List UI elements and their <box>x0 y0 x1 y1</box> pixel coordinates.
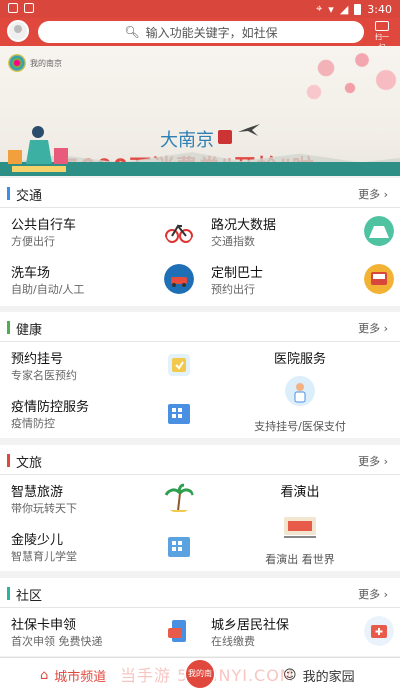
service-item-carwash[interactable]: 洗车场 自助/自动/人工 <box>0 256 200 304</box>
section-accent <box>7 587 10 600</box>
wifi-icon: ▾ <box>328 2 334 16</box>
section-accent <box>7 187 10 200</box>
section-culture: 文旅 更多 › 智慧旅游 带你玩转天下 金陵少儿 智慧育儿学堂 看演出 看演出 … <box>0 445 400 571</box>
service-item-bike[interactable]: 公共自行车 方便出行 <box>0 208 200 256</box>
card-icon <box>168 620 186 642</box>
section-accent <box>7 454 10 467</box>
shopper-illustration <box>8 126 68 172</box>
bus-icon <box>364 264 394 294</box>
banner-logo: 我的南京 <box>8 54 62 72</box>
blossom-decoration <box>290 46 400 116</box>
more-link[interactable]: 更多 › <box>358 586 388 602</box>
more-link[interactable]: 更多 › <box>358 320 388 336</box>
section-community: 社区 更多 › 社保卡申领 首次申领 免费快递 城乡居民社保 在线缴费 <box>0 578 400 656</box>
swallow-icon <box>238 124 260 136</box>
show-icon <box>284 517 316 538</box>
traffic-data-icon <box>364 216 394 246</box>
car-wash-icon <box>164 264 194 294</box>
status-time: 3:40 <box>367 2 392 16</box>
seal-icon <box>218 130 232 144</box>
home-icon: ⌂ <box>40 668 49 683</box>
nav-city-channel[interactable]: ⌂ 城市频道 <box>40 666 106 685</box>
section-title: 社区 <box>16 589 43 604</box>
service-item-social-card[interactable]: 社保卡申领 首次申领 免费快递 <box>0 608 200 656</box>
section-header: 健康 更多 › <box>0 312 400 342</box>
banner-brand: 大南京 <box>160 130 214 151</box>
service-item-kids[interactable]: 金陵少儿 智慧育儿学堂 <box>0 523 200 571</box>
service-item-traffic-data[interactable]: 路况大数据 交通指数 <box>200 208 400 256</box>
section-header: 社区 更多 › <box>0 578 400 608</box>
more-link[interactable]: 更多 › <box>358 186 388 202</box>
avatar[interactable] <box>7 20 29 42</box>
watermark: 当手游 52DINYI.COM <box>120 666 295 685</box>
scan-icon <box>375 21 389 31</box>
signal-icon: ◢ <box>339 2 349 16</box>
palm-tree-icon <box>164 483 194 512</box>
service-item-tourism[interactable]: 智慧旅游 带你玩转天下 <box>0 475 200 523</box>
notification-icon <box>8 3 18 13</box>
more-link[interactable]: 更多 › <box>358 453 388 469</box>
section-title: 交通 <box>16 189 43 204</box>
section-traffic: 交通 更多 › 公共自行车 方便出行 路况大数据 交通指数 洗车场 自助/自动/… <box>0 178 400 306</box>
section-health: 健康 更多 › 预约挂号 专家名医预约 疫情防控服务 疫情防控 医院服务 支持挂… <box>0 312 400 438</box>
battery-icon <box>354 3 362 15</box>
kids-building-icon <box>168 537 190 557</box>
location-icon: ⌖ <box>316 2 323 15</box>
status-bar: ⌖ ▾ ◢ 3:40 <box>0 0 400 18</box>
search-placeholder: 输入功能关键字，如社保 <box>145 25 278 40</box>
bicycle-icon <box>165 224 193 243</box>
nav-my-nanjing[interactable]: 我的南京 <box>184 658 216 690</box>
scan-button[interactable]: 扫一扫 <box>372 21 392 51</box>
section-title: 文旅 <box>16 456 43 471</box>
appointment-icon <box>168 354 190 376</box>
service-item-appointment[interactable]: 预约挂号 专家名医预约 <box>0 342 200 390</box>
service-item-show[interactable]: 看演出 看演出 看世界 <box>200 475 400 569</box>
service-item-epidemic[interactable]: 疫情防控服务 疫情防控 <box>0 390 200 438</box>
top-bar: 🔍︎ 输入功能关键字，如社保 扫一扫 <box>0 18 400 51</box>
hospital-icon <box>285 376 315 406</box>
section-header: 交通 更多 › <box>0 178 400 208</box>
epidemic-icon <box>168 404 190 424</box>
section-header: 文旅 更多 › <box>0 445 400 475</box>
service-item-bus[interactable]: 定制巴士 预约出行 <box>200 256 400 304</box>
section-title: 健康 <box>16 323 43 338</box>
search-icon: 🔍︎ <box>124 25 140 39</box>
medical-kit-icon <box>364 616 394 646</box>
section-accent <box>7 321 10 334</box>
service-item-hospital[interactable]: 医院服务 支持挂号/医保支付 <box>200 342 400 436</box>
notification-icon <box>24 3 34 13</box>
promo-banner[interactable]: 我的南京 大南京 5000万消费券"开抢"啦 <box>0 46 400 176</box>
logo-flower-icon <box>8 54 26 72</box>
service-item-resident-insurance[interactable]: 城乡居民社保 在线缴费 <box>200 608 400 656</box>
search-input[interactable]: 🔍︎ 输入功能关键字，如社保 <box>38 21 364 43</box>
